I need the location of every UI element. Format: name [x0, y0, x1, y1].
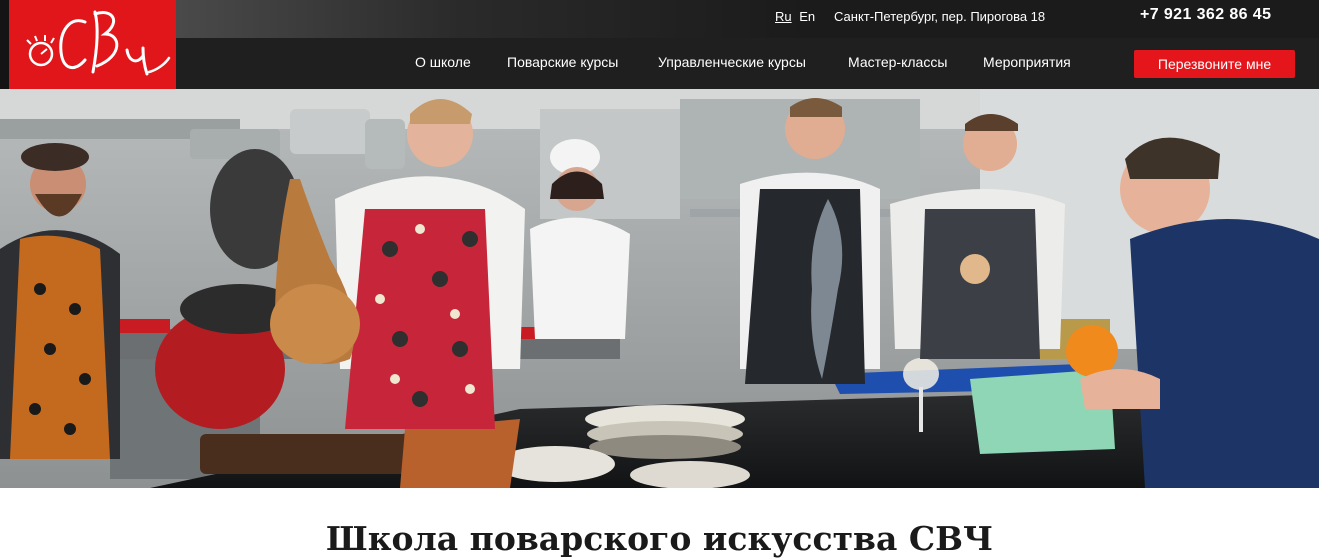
address-text: Санкт-Петербург, пер. Пирогова 18	[834, 9, 1046, 24]
nav-item-cooking-courses[interactable]: Поварские курсы	[507, 54, 618, 70]
nav-item-master-classes[interactable]: Мастер-классы	[848, 54, 947, 70]
lang-ru-link[interactable]: Ru	[775, 9, 792, 24]
nav-item-about[interactable]: О школе	[415, 54, 471, 70]
language-switcher: Ru En	[775, 9, 815, 24]
logo-icon	[26, 10, 171, 76]
site-logo[interactable]	[9, 0, 176, 89]
page-title: Школа поварского искусства СВЧ	[325, 519, 994, 558]
lang-en-link[interactable]: En	[799, 9, 815, 24]
phone-number[interactable]: +7 921 362 86 45	[1140, 6, 1271, 24]
nav-item-events[interactable]: Мероприятия	[983, 54, 1071, 70]
hero-image	[0, 89, 1319, 488]
callback-button[interactable]: Перезвоните мне	[1134, 50, 1295, 78]
nav-item-management-courses[interactable]: Управленческие курсы	[658, 54, 806, 70]
site-header: Ru En Санкт-Петербург, пер. Пирогова 18 …	[0, 0, 1319, 89]
kitchen-team-photo-icon	[0, 89, 1319, 488]
